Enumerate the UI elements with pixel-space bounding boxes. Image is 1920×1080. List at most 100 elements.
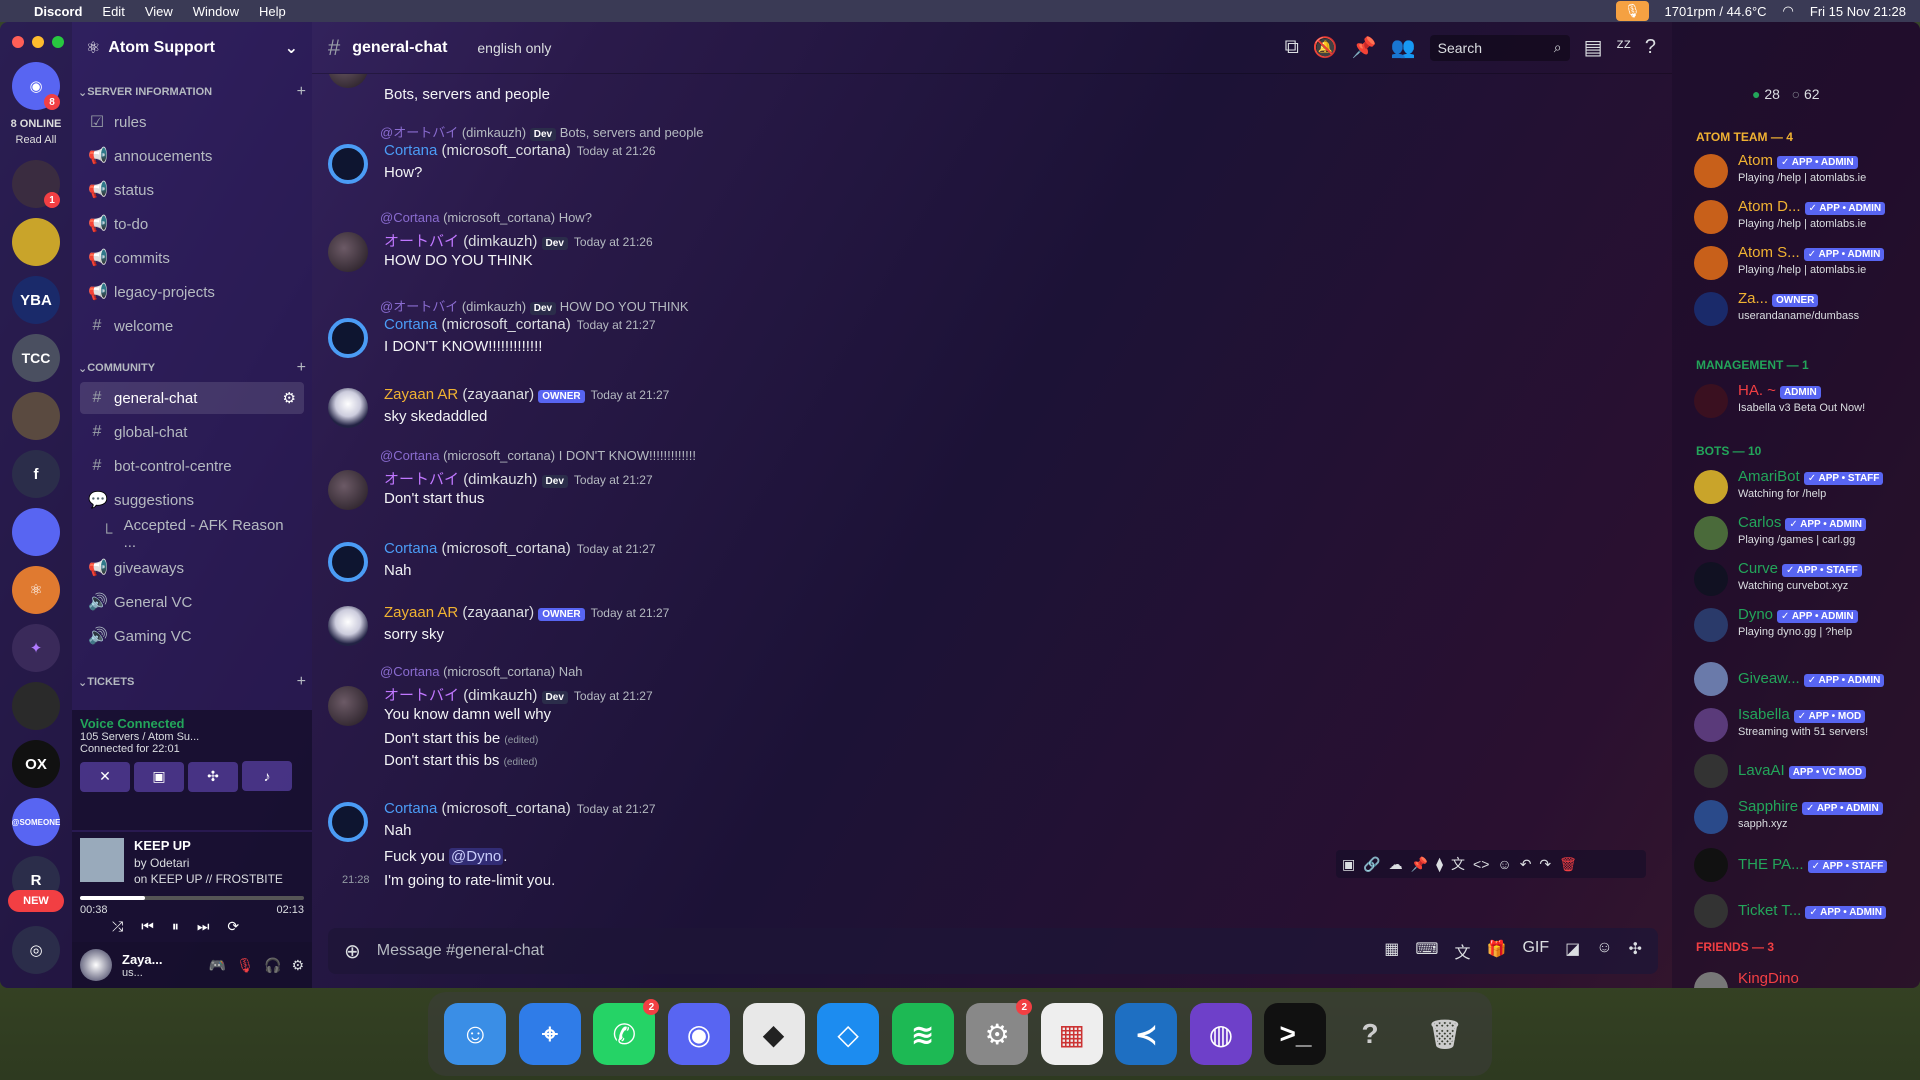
member-item[interactable]: Ticket T... ✓ APP • ADMIN <box>1694 890 1914 932</box>
avatar[interactable] <box>80 949 112 981</box>
channel-global-chat[interactable]: # global-chat <box>80 416 304 448</box>
channel-gaming-vc[interactable]: 🔊 Gaming VC <box>80 620 304 652</box>
avatar[interactable] <box>328 144 368 184</box>
category-tickets[interactable]: ⌄ TICKETS + <box>78 673 306 691</box>
server-icon[interactable] <box>12 682 60 730</box>
calendar-icon[interactable]: ▦ <box>1384 939 1399 963</box>
repeat-icon[interactable]: ⟳ <box>227 918 239 935</box>
delete-icon[interactable]: 🗑 <box>1559 856 1577 873</box>
menu-window[interactable]: Window <box>193 4 239 19</box>
zoom-window-button[interactable] <box>52 36 64 48</box>
server-icon[interactable]: f <box>12 450 60 498</box>
reply-preview[interactable]: @オートバイ (dimkauzh) Dev HOW DO YOU THINK <box>380 296 689 315</box>
github-desktop-icon[interactable]: ◍ <box>1189 1003 1252 1065</box>
gift-icon[interactable]: 🎁 <box>1487 939 1507 963</box>
spotify-icon[interactable]: ≋ <box>891 1003 954 1065</box>
member-item[interactable]: Za... OWNER userandaname/dumbass <box>1694 288 1914 330</box>
gear-icon[interactable]: ⚙ <box>283 389 296 407</box>
roblox-icon[interactable]: ◆ <box>742 1003 805 1065</box>
emoji-icon[interactable]: ☺ <box>1596 939 1612 963</box>
server-icon[interactable]: @SOMEONE <box>12 798 60 846</box>
atom-server-icon[interactable]: ⚛ <box>12 566 60 614</box>
member-list-icon[interactable]: 👥 <box>1391 35 1416 60</box>
category-server-information[interactable]: ⌄ SERVER INFORMATION + <box>78 83 306 101</box>
pause-icon[interactable]: ⏸ <box>172 918 179 935</box>
member-item[interactable]: Isabella ✓ APP • MOD Streaming with 51 ser… <box>1694 704 1914 746</box>
translate-icon[interactable]: 文 <box>1455 939 1471 963</box>
author-name[interactable]: オートバイ <box>384 687 459 704</box>
next-icon[interactable]: ⏭ <box>197 918 210 935</box>
server-icon[interactable]: OX <box>12 740 60 788</box>
help-icon[interactable]: ? <box>1645 36 1656 59</box>
reaction-icon[interactable]: ☺ <box>1497 856 1511 872</box>
discover-icon[interactable]: ◎ <box>12 926 60 974</box>
channel-to-do[interactable]: 📢 to-do <box>80 208 304 240</box>
terminal-icon[interactable]: >_ <box>1264 1003 1327 1065</box>
translate-icon[interactable]: 文 <box>1451 854 1465 874</box>
user-mention[interactable]: @Dyno <box>449 848 504 865</box>
headphones-icon[interactable]: 🎧 <box>264 957 281 974</box>
soundboard-icon[interactable]: ♪ <box>242 761 292 791</box>
add-channel-icon[interactable]: + <box>297 673 306 691</box>
discord-icon[interactable]: ◉ <box>667 1003 730 1065</box>
reply-preview[interactable]: @オートバイ (dimkauzh) Dev Bots, servers and … <box>380 122 704 141</box>
apps-icon[interactable]: ✣ <box>1629 939 1642 963</box>
camera-off-icon[interactable]: ✕ <box>80 761 130 792</box>
member-item[interactable]: KingDinoPlaying Garry's Mod <box>1694 968 1914 988</box>
add-channel-icon[interactable]: + <box>297 359 306 377</box>
previous-icon[interactable]: ⏮ <box>141 918 154 935</box>
finder-icon[interactable]: ☺ <box>444 1003 507 1065</box>
member-item[interactable]: LavaAI APP • VC MOD <box>1694 750 1914 792</box>
menu-view[interactable]: View <box>145 4 173 19</box>
code-icon[interactable]: <> <box>1473 856 1489 872</box>
mic-muted-icon[interactable]: 🎙 <box>236 957 254 974</box>
search-input[interactable]: Search ⌕ <box>1429 34 1570 61</box>
threads-icon[interactable]: ⧉ <box>1285 36 1299 59</box>
channel-general-chat[interactable]: # general-chat ⚙ <box>80 382 304 414</box>
avatar[interactable] <box>328 388 368 428</box>
category-community[interactable]: ⌄ COMMUNITY + <box>78 359 306 377</box>
avatar[interactable] <box>328 686 368 726</box>
reply-preview[interactable]: @Cortana (microsoft_cortana) I DON'T KNO… <box>380 448 696 463</box>
channel-bot-control-centre[interactable]: # bot-control-centre <box>80 450 304 482</box>
add-channel-icon[interactable]: + <box>297 83 306 101</box>
channel-general-vc[interactable]: 🔊 General VC <box>80 586 304 618</box>
channel-welcome[interactable]: # welcome <box>80 310 304 342</box>
server-icon[interactable] <box>12 218 60 266</box>
member-item[interactable]: Atom S... ✓ APP • ADMIN Playing /help | at… <box>1694 242 1914 284</box>
server-icon[interactable]: YBA <box>12 276 60 324</box>
wifi-icon[interactable]: ◠ <box>1783 3 1794 19</box>
vscode-icon[interactable]: ≺ <box>1115 1003 1178 1065</box>
avatar[interactable] <box>328 318 368 358</box>
member-item[interactable]: Atom ✓ APP • ADMIN Playing /help | atomlab… <box>1694 150 1914 192</box>
system-stats[interactable]: 1701rpm / 44.6°C <box>1665 4 1767 19</box>
avatar[interactable] <box>328 606 368 646</box>
channel-topic[interactable]: english only <box>477 40 551 56</box>
author-name[interactable]: Cortana <box>384 316 437 333</box>
inbox-icon[interactable]: ▤ <box>1584 35 1603 60</box>
app-menu[interactable]: Discord <box>34 4 82 19</box>
channel-suggestions[interactable]: 💬 suggestions <box>80 484 304 516</box>
reply-preview[interactable]: @Cortana (microsoft_cortana) Nah <box>380 664 583 679</box>
author-name[interactable]: Zayaan AR <box>384 604 458 621</box>
reply-icon[interactable]: ↶ <box>1520 856 1532 873</box>
read-all-button[interactable]: Read All <box>0 134 72 146</box>
author-name[interactable]: Zayaan AR <box>384 386 458 403</box>
guild-header[interactable]: ⚛ Atom Support ⌄ <box>72 22 312 74</box>
notifications-icon[interactable]: 🔕 <box>1313 35 1338 60</box>
gear-icon[interactable]: ⚙ <box>291 957 304 974</box>
clock[interactable]: Fri 15 Nov 21:28 <box>1810 4 1906 19</box>
app-icon[interactable]: ▣ <box>1342 856 1355 873</box>
member-item[interactable]: Atom D... ✓ APP • ADMIN Playing /help | at… <box>1694 196 1914 238</box>
avatar[interactable] <box>328 802 368 842</box>
avatar[interactable] <box>328 74 368 88</box>
server-icon-tcc[interactable]: TCC <box>12 334 60 382</box>
gamepad-icon[interactable]: 🎮 <box>209 957 226 974</box>
avatar[interactable] <box>328 232 368 272</box>
author-name[interactable]: Cortana <box>384 800 437 817</box>
menu-edit[interactable]: Edit <box>102 4 124 19</box>
pin-icon[interactable]: 📌 <box>1352 35 1377 60</box>
channel-annoucements[interactable]: 📢 annoucements <box>80 140 304 172</box>
author-name[interactable]: Cortana <box>384 142 437 159</box>
server-icon[interactable] <box>12 392 60 440</box>
